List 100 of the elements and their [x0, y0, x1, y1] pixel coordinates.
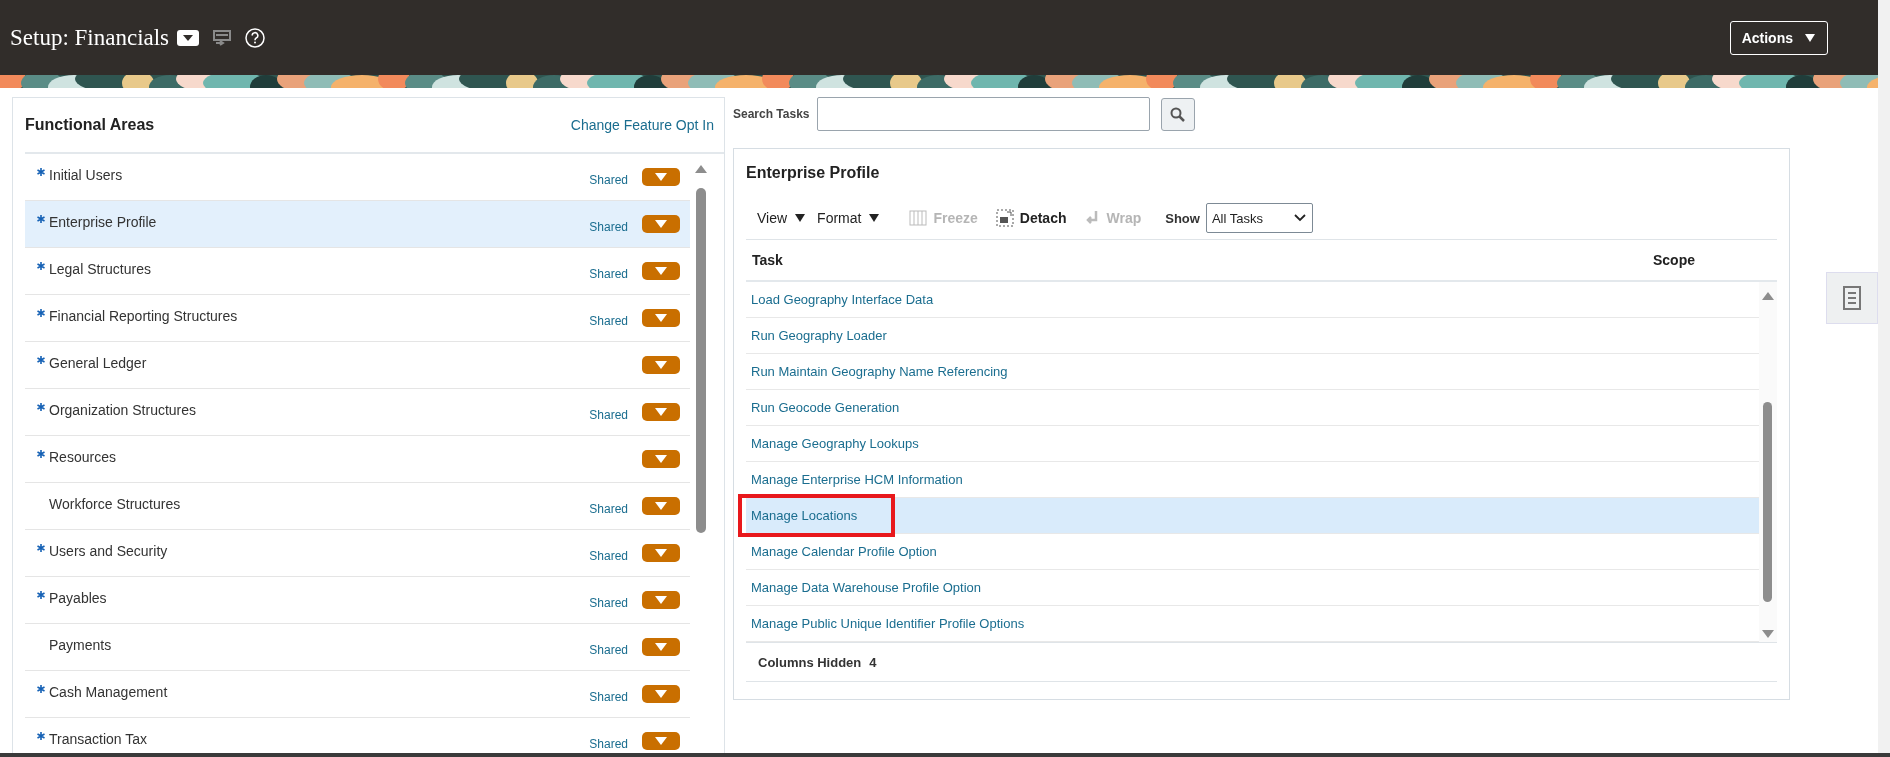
functional-area-item[interactable]: Financial Reporting Structures Shared [25, 295, 690, 342]
form-icon[interactable] [213, 29, 232, 46]
scope-label: Shared [589, 643, 628, 657]
scroll-down-icon[interactable] [1762, 630, 1774, 638]
toolbar-menu[interactable]: Format [817, 210, 880, 226]
columns-hidden-label: Columns Hidden [758, 654, 862, 670]
menu-button[interactable] [642, 215, 680, 233]
task-link[interactable]: Manage Data Warehouse Profile Option [751, 580, 982, 595]
scroll-up-icon[interactable] [1762, 292, 1774, 300]
menu-button[interactable] [642, 497, 680, 515]
caret-icon [655, 643, 667, 651]
show-label: Show [1165, 210, 1200, 226]
menu-button[interactable] [642, 685, 680, 703]
caret-icon [655, 596, 667, 604]
menu-button[interactable] [642, 168, 680, 186]
functional-area-item[interactable]: Resources [25, 436, 690, 483]
area-label: Enterprise Profile [49, 214, 158, 230]
side-panel-button[interactable] [1826, 272, 1878, 324]
caret-icon [1805, 33, 1815, 42]
toolbar-menu[interactable]: View [757, 210, 806, 226]
scope-label: Shared [589, 690, 628, 704]
task-link[interactable]: Manage Calendar Profile Option [751, 544, 937, 559]
task-row[interactable]: Manage Calendar Profile Option [746, 534, 1759, 570]
task-row[interactable]: Run Geography Loader [746, 318, 1759, 354]
help-icon[interactable] [245, 27, 266, 48]
functional-area-item[interactable]: Legal Structures Shared [25, 248, 690, 295]
task-row[interactable]: Manage Data Warehouse Profile Option [746, 570, 1759, 606]
functional-area-item[interactable]: Organization Structures Shared [25, 389, 690, 436]
area-label: Cash Management [49, 684, 169, 700]
menu-button[interactable] [642, 403, 680, 421]
area-label: Initial Users [49, 167, 124, 183]
scrollbar-thumb[interactable] [696, 188, 706, 533]
caret-icon [655, 361, 667, 369]
scope-label: Shared [589, 737, 628, 751]
menu-button[interactable] [642, 309, 680, 327]
caret-icon [655, 314, 667, 322]
change-feature-link[interactable]: Change Feature Opt In [570, 117, 714, 133]
menu-button[interactable] [642, 450, 680, 468]
column-header: Task [751, 252, 784, 268]
task-link[interactable]: Manage Geography Lookups [751, 436, 919, 451]
task-link[interactable]: Run Geocode Generation [751, 400, 900, 415]
document-icon [1843, 286, 1861, 310]
search-label: Search Tasks [733, 107, 810, 121]
menu-button[interactable] [642, 732, 680, 750]
caret-icon [869, 214, 880, 222]
scroll-up-icon[interactable] [695, 165, 707, 173]
show-select[interactable]: All Tasks [1205, 203, 1313, 233]
task-link[interactable]: Manage Enterprise HCM Information [751, 472, 963, 487]
caret-icon [655, 502, 667, 510]
caret-icon [795, 214, 806, 222]
scope-label: Shared [589, 408, 628, 422]
task-link[interactable]: Manage Locations [751, 508, 858, 523]
column-header: Scope [1653, 252, 1696, 268]
area-label: Payables [49, 590, 108, 606]
search-button[interactable] [1160, 97, 1195, 131]
scope-label: Shared [589, 173, 628, 187]
task-row[interactable]: Run Geocode Generation [746, 390, 1759, 426]
detach-icon [995, 209, 1014, 227]
caret-icon [655, 549, 667, 557]
area-label: Payments [49, 637, 113, 653]
actions-button[interactable]: Actions [1729, 20, 1828, 55]
functional-area-item[interactable]: General Ledger [25, 342, 690, 389]
task-row[interactable]: Load Geography Interface Data [746, 282, 1759, 318]
task-row[interactable]: Run Maintain Geography Name Referencing [746, 354, 1759, 390]
functional-area-item[interactable]: Users and Security Shared [25, 530, 690, 577]
search-field[interactable] [816, 97, 1150, 131]
toolbar-button[interactable]: Detach [995, 209, 1067, 227]
caret-icon [655, 220, 667, 228]
menu-button[interactable] [642, 544, 680, 562]
area-label: Transaction Tax [49, 731, 149, 747]
menu-button[interactable] [642, 638, 680, 656]
task-link[interactable]: Manage Public Unique Identifier Profile Options [751, 616, 1025, 631]
task-row[interactable]: Manage Geography Lookups [746, 426, 1759, 462]
chevron-icon [1293, 214, 1306, 222]
area-label: Legal Structures [49, 261, 152, 277]
task-row[interactable]: Manage Public Unique Identifier Profile Options [746, 606, 1759, 642]
menu-button[interactable] [642, 356, 680, 374]
menu-button[interactable] [642, 262, 680, 280]
functional-area-item[interactable]: Workforce Structures Shared [25, 483, 690, 530]
area-label: General Ledger [49, 355, 148, 371]
functional-area-item[interactable]: Payments Shared [25, 624, 690, 671]
caret-icon [655, 173, 667, 181]
panel-title: Enterprise Profile [746, 163, 881, 183]
scope-label: Shared [589, 549, 628, 563]
area-label: Organization Structures [49, 402, 198, 418]
functional-area-item[interactable]: Cash Management Shared [25, 671, 690, 718]
dropdown-icon[interactable] [177, 29, 200, 46]
freeze-icon [909, 210, 928, 226]
menu-button[interactable] [642, 591, 680, 609]
search-icon [1170, 106, 1185, 122]
task-link[interactable]: Run Geography Loader [751, 328, 887, 343]
task-link[interactable]: Load Geography Interface Data [751, 292, 934, 307]
area-label: Workforce Structures [49, 496, 182, 512]
functional-area-item[interactable]: Payables Shared [25, 577, 690, 624]
caret-icon [655, 267, 667, 275]
caret-icon [655, 455, 667, 463]
scrollbar-thumb[interactable] [1763, 402, 1772, 602]
task-link[interactable]: Run Maintain Geography Name Referencing [751, 364, 1008, 379]
functional-area-item[interactable]: Enterprise Profile Shared [25, 201, 690, 248]
area-label: Resources [49, 449, 117, 465]
